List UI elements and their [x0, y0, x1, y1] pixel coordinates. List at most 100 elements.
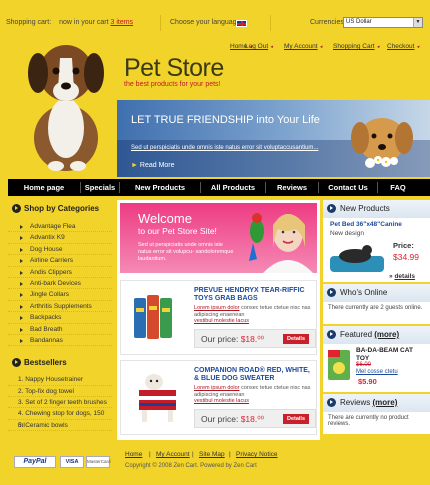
product-card: PREVUE HENDRYX TEAR-RIFFIC TOYS GRAB BAG… — [120, 280, 317, 355]
featured-body: BA-DA-BEAM CAT TOY $6.00 Mel cosse ctetu… — [323, 344, 430, 392]
site-tagline: the best products for your pets! — [124, 81, 221, 88]
bullet-arrow-icon — [327, 330, 336, 339]
chevron-right-icon: ◂ — [319, 44, 323, 50]
reviews-header: Reviews (more) — [323, 394, 430, 412]
copyright-text: Copyright © 2008 Zen Cart. Powered by Ze… — [125, 463, 257, 469]
cat-toy-image[interactable] — [326, 346, 352, 382]
desc-link[interactable]: Lorem ipsum dolor — [194, 385, 240, 391]
category-item[interactable]: Bandannas — [8, 335, 112, 347]
category-item[interactable]: Backpacks — [8, 312, 112, 324]
footer-divider: | — [149, 451, 151, 458]
footer-link-home[interactable]: Home — [125, 451, 142, 458]
desc-link[interactable]: vestibul molestie lacus — [194, 398, 249, 404]
new-product-name[interactable]: Pet Bed 36"x48"Canine — [330, 221, 402, 228]
chevron-right-icon: ◂ — [416, 44, 419, 50]
divider — [270, 15, 271, 31]
category-item[interactable]: Bad Breath — [8, 324, 112, 335]
currency-value: US Dollar — [346, 19, 372, 25]
nav-faq[interactable]: FAQ — [378, 179, 418, 196]
price: Our price: $18.⁰⁰ — [201, 334, 264, 345]
woman-with-parrot-image — [249, 213, 313, 273]
right-sidebar: New Products Pet Bed 36"x48"Canine New d… — [323, 200, 430, 436]
top-link-logout[interactable]: Log Out ◂ — [245, 43, 273, 50]
read-more-link[interactable]: ► Read More — [131, 162, 175, 169]
puppy-image — [351, 118, 413, 168]
top-link-account[interactable]: My Account ◂ — [284, 43, 322, 50]
footer-link-privacy[interactable]: Privacy Notice — [236, 451, 278, 458]
desc-link[interactable]: Lorem ipsum dolor — [194, 305, 240, 311]
category-item[interactable]: Dog House — [8, 244, 112, 256]
main-nav: Home page Specials New Products All Prod… — [8, 179, 430, 196]
price-bar: Our price: $18.⁰⁰ Details — [194, 329, 316, 348]
dog-image — [28, 45, 104, 171]
featured-price: $5.90 — [358, 377, 377, 386]
nav-new-products[interactable]: New Products — [120, 179, 200, 196]
featured-link[interactable]: Mel cosse ctetu — [356, 369, 398, 375]
product-name[interactable]: PREVUE HENDRYX TEAR-RIFFIC TOYS GRAB BAG… — [194, 287, 316, 303]
product-image-dog-sweater[interactable] — [124, 366, 188, 430]
bullet-arrow-icon — [327, 398, 336, 407]
uk-flag-icon[interactable] — [236, 20, 247, 27]
cart-items-link[interactable]: 3 items — [110, 19, 133, 26]
bestseller-item[interactable]: 3. Set of 2 finger teeth brushes — [8, 397, 112, 409]
welcome-text: Sed ut perspiciatis unde omnis iste natu… — [138, 242, 234, 262]
bestseller-item[interactable]: 1. Nappy Housetrainer — [8, 374, 112, 386]
bullet-arrow-icon — [12, 358, 21, 368]
bestseller-item[interactable]: 4. Chewing stop for dogs, 150 ml — [8, 408, 112, 429]
categories-title-text: Shop by Categories — [24, 204, 100, 213]
whos-online-title: Who's Online — [340, 288, 388, 297]
welcome-subtitle: to our Pet Store Site! — [138, 226, 217, 236]
currency-label: Currencies: — [310, 19, 346, 26]
reviews-box: Reviews (more) There are currently no pr… — [323, 394, 430, 434]
left-sidebar: Shop by Categories Advantage Flea Advant… — [8, 201, 112, 432]
reviews-more-link[interactable]: (more) — [372, 398, 397, 407]
new-product-price-label: Price: — [393, 241, 414, 250]
footer-link-sitemap[interactable]: Site Map — [199, 451, 225, 458]
banner-headline: LET TRUE FRIENDSHIP into Your Life — [131, 114, 320, 126]
product-description: Lorem ipsum dolor consec tetue ctetue ni… — [194, 385, 316, 405]
details-button[interactable]: Details — [283, 414, 309, 424]
product-name[interactable]: COMPANION ROAD® RED, WHITE, & BLUE DOG S… — [194, 367, 316, 383]
featured-more-link[interactable]: (more) — [374, 330, 399, 339]
hero-banner[interactable]: LET TRUE FRIENDSHIP into Your Life Sed u… — [117, 100, 430, 177]
nav-all-products[interactable]: All Products — [201, 179, 265, 196]
new-products-header: New Products — [323, 200, 430, 218]
read-more-label: Read More — [139, 162, 175, 169]
featured-product-name[interactable]: BA-DA-BEAM CAT TOY — [356, 347, 426, 362]
bestseller-list: 1. Nappy Housetrainer 2. Top-fix dog tow… — [8, 374, 112, 432]
category-item[interactable]: Jingle Collars — [8, 289, 112, 301]
featured-old-price: $6.00 — [356, 362, 372, 368]
cart-text: now in your cart — [59, 19, 109, 26]
category-item[interactable]: Advantage Flea — [8, 221, 112, 233]
category-item[interactable]: Anti-bark Devices — [8, 278, 112, 290]
nav-home[interactable]: Home page — [8, 179, 80, 196]
currency-select[interactable]: US Dollar ▼ — [343, 17, 423, 28]
top-links: Home ◂ Log Out ◂ My Account ◂ Shopping Cart… — [230, 43, 430, 53]
site-logo-title[interactable]: Pet Store — [124, 54, 224, 83]
desc-link[interactable]: vestibul molestie lacus — [194, 318, 249, 324]
new-products-body: Pet Bed 36"x48"Canine New design Price: … — [323, 218, 430, 282]
bestseller-item[interactable]: 2. Top-fix dog towel — [8, 386, 112, 398]
category-item[interactable]: Andis Clippers — [8, 267, 112, 278]
new-product-price: $34.99 — [393, 252, 419, 262]
bestseller-item[interactable]: 5. Ceramic bowls — [8, 420, 112, 432]
featured-header: Featured (more) — [323, 326, 430, 344]
details-button[interactable]: Details — [283, 334, 309, 344]
nav-reviews[interactable]: Reviews — [266, 179, 318, 196]
footer-link-account[interactable]: My Account — [156, 451, 190, 458]
banner-text[interactable]: Sed ut perspiciatis unde omnis iste natu… — [131, 145, 321, 151]
footer-divider: | — [192, 451, 194, 458]
category-item[interactable]: Advantix K9 — [8, 232, 112, 244]
category-item[interactable]: Arthritis Supplements — [8, 301, 112, 313]
nav-contact[interactable]: Contact Us — [319, 179, 377, 196]
top-link-cart[interactable]: Shopping Cart ◂ — [333, 43, 379, 50]
nav-specials[interactable]: Specials — [81, 179, 119, 196]
product-image-grab-bags[interactable] — [124, 286, 188, 350]
top-link-checkout[interactable]: Checkout ◂ — [387, 43, 419, 50]
product-card: COMPANION ROAD® RED, WHITE, & BLUE DOG S… — [120, 360, 317, 435]
new-product-details-link[interactable]: » details — [389, 273, 415, 280]
pet-bed-image[interactable] — [327, 236, 387, 278]
bestsellers-title-text: Bestsellers — [24, 358, 67, 368]
cart-info: Shopping cart: now in your cart 3 items — [6, 19, 133, 26]
category-item[interactable]: Airline Carriers — [8, 255, 112, 267]
